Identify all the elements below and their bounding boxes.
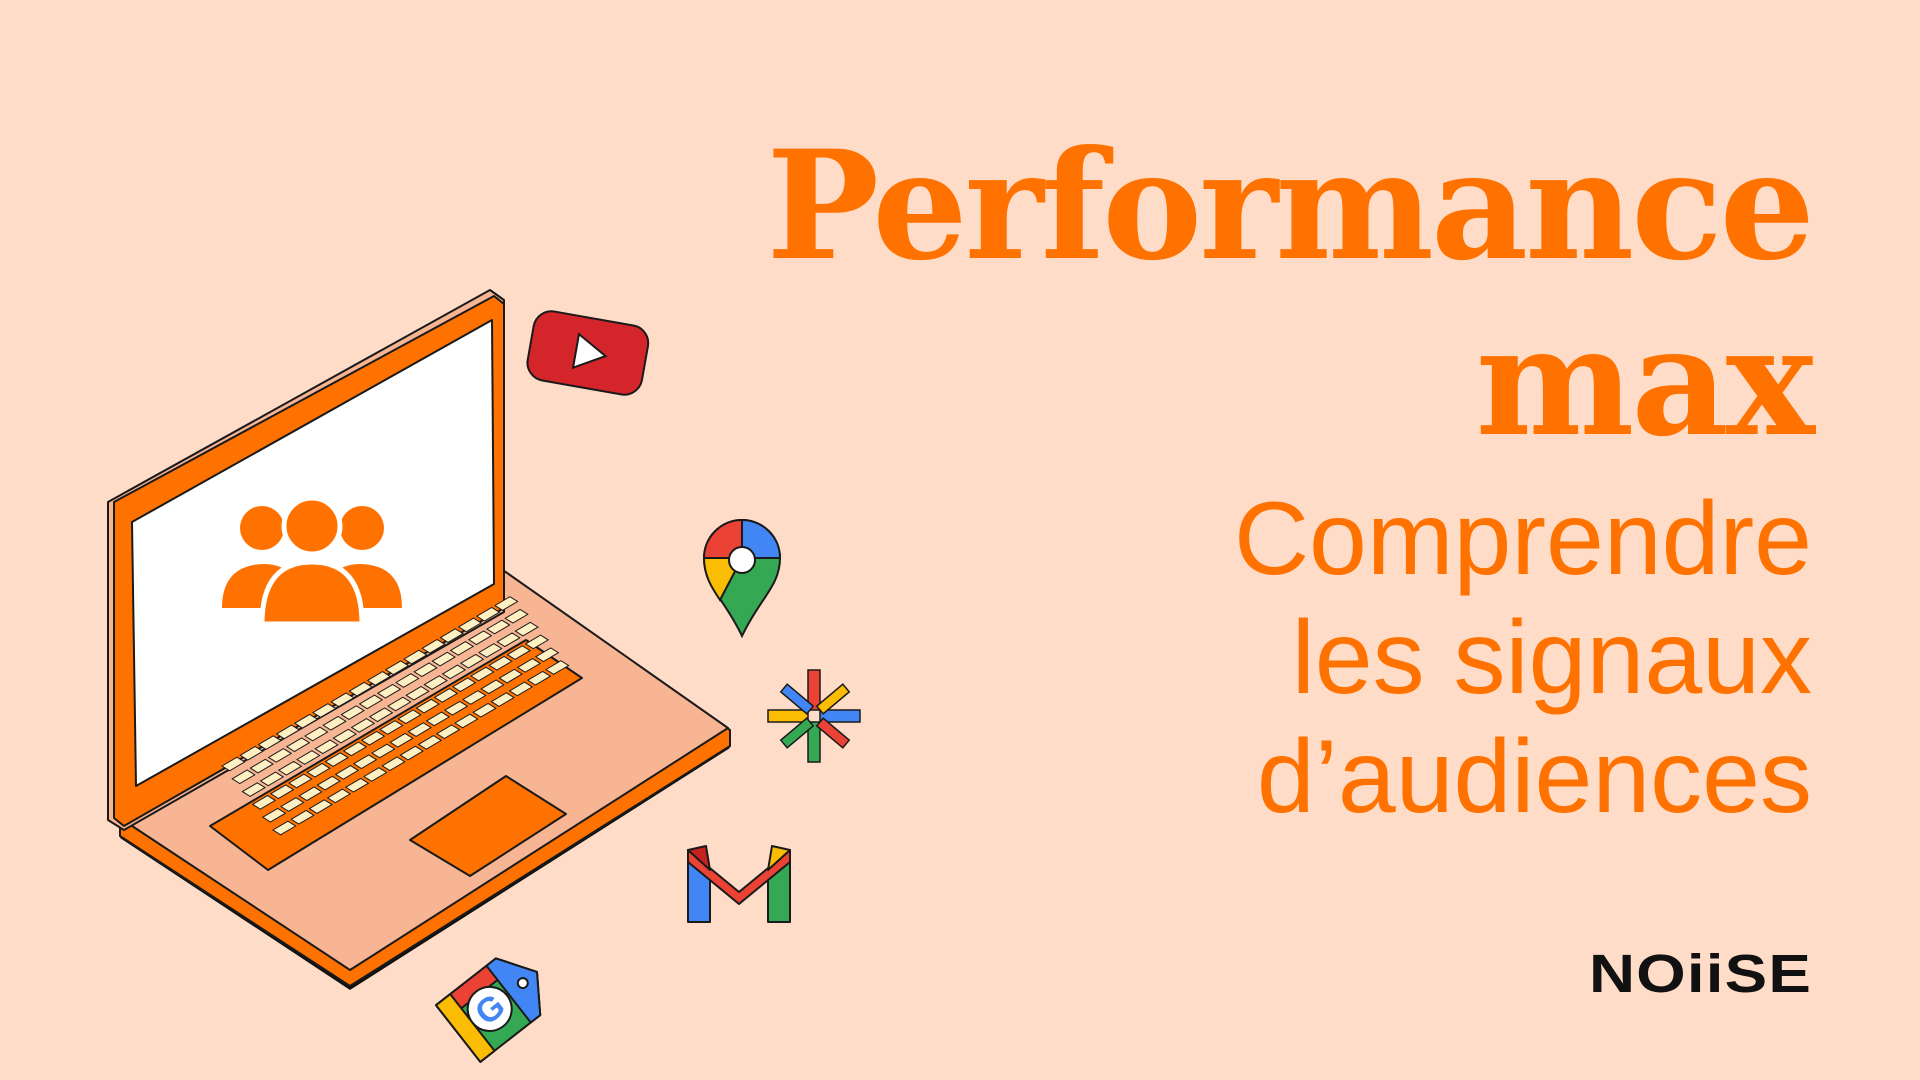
illustration: G <box>107 289 861 1063</box>
google-asterisk-icon <box>767 669 861 763</box>
brand-logo: NOiiSE <box>1588 944 1812 1004</box>
title-line-1: Performance <box>766 118 1815 294</box>
title-line-2: max <box>1475 294 1815 470</box>
maps-pin-icon <box>702 518 782 639</box>
subtitle-line-3: d’audiences <box>1256 719 1812 835</box>
page-subtitle: Comprendre les signaux d’audiences <box>1234 480 1812 837</box>
gmail-icon <box>687 845 791 923</box>
youtube-icon <box>526 310 650 396</box>
page-title: Performance max <box>766 118 1815 470</box>
laptop-icon <box>107 289 731 990</box>
subtitle-line-1: Comprendre <box>1233 481 1812 597</box>
google-shopping-tag-icon: G <box>435 957 542 1063</box>
subtitle-line-2: les signaux <box>1291 600 1812 716</box>
